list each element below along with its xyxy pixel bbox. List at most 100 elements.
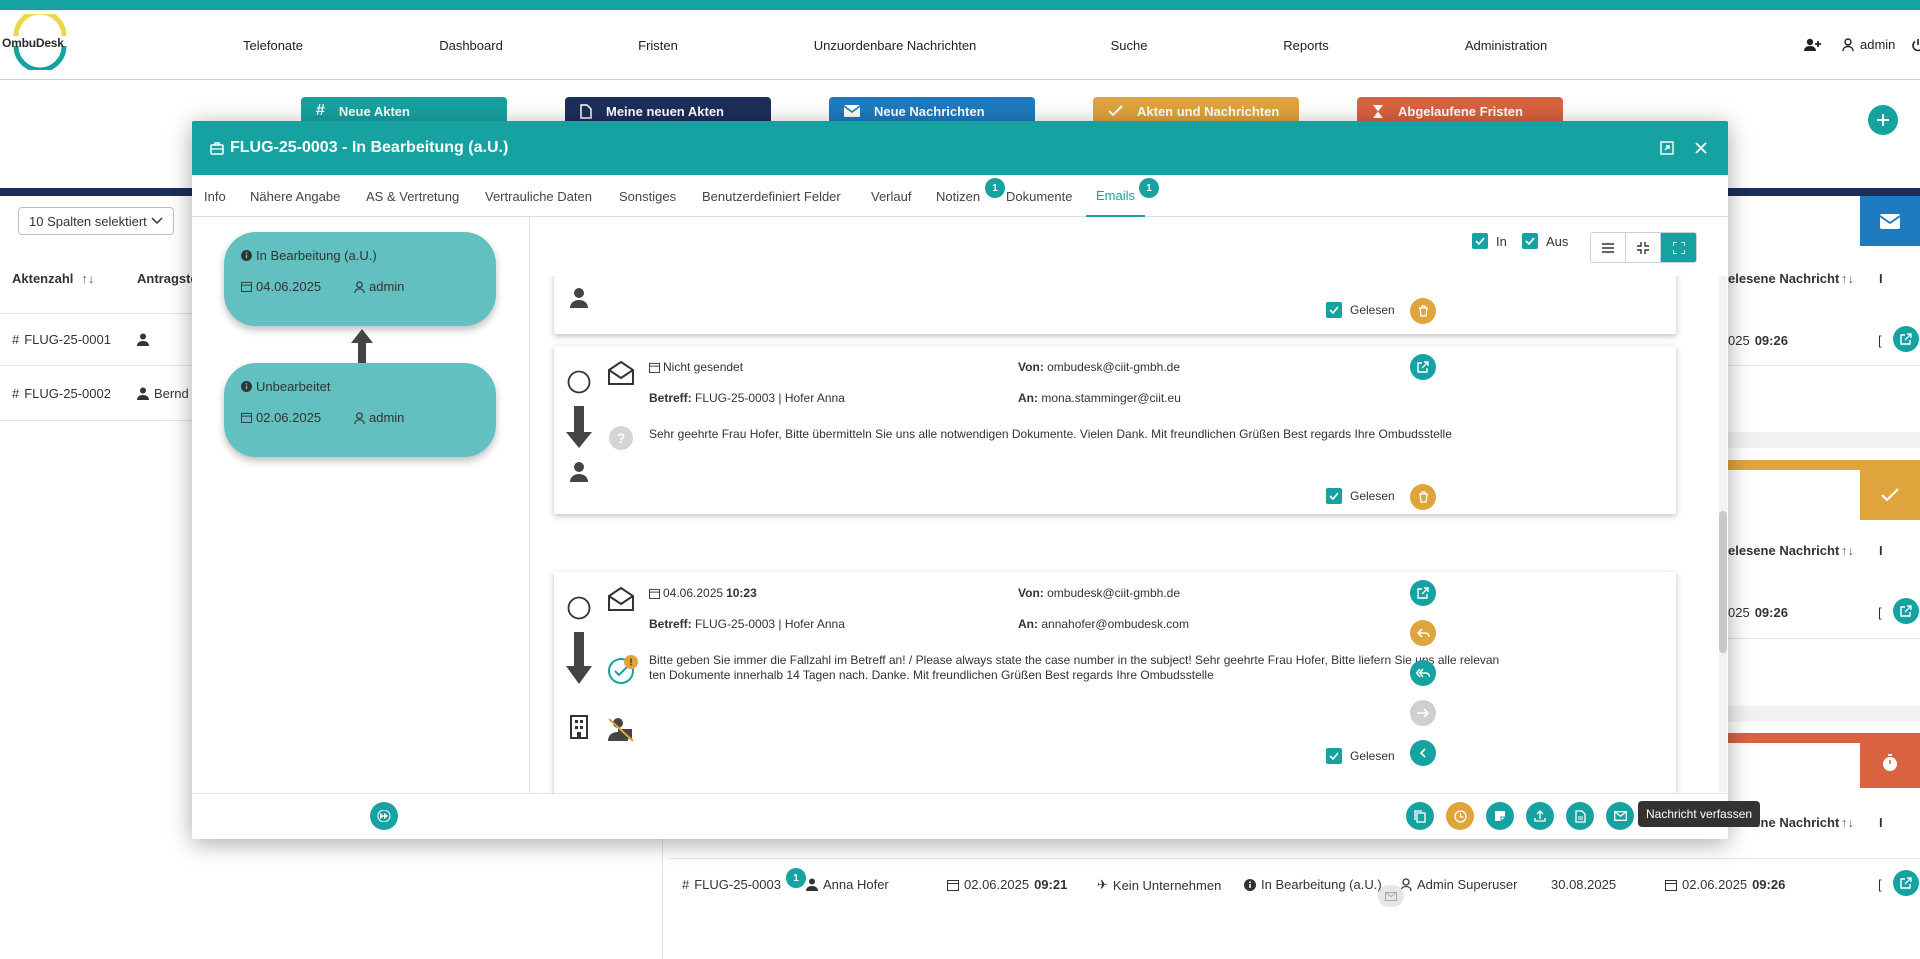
filter-aus[interactable]: Aus xyxy=(1522,233,1568,249)
upload-icon xyxy=(1534,810,1546,822)
delete-button[interactable] xyxy=(1410,484,1436,510)
email-body-line: Bitte geben Sie immer die Fallzahl im Be… xyxy=(649,653,1500,667)
email-subject: Betreff: FLUG-25-0003 | Hofer Anna xyxy=(649,617,845,631)
fast-forward-button[interactable] xyxy=(370,802,398,830)
document-icon xyxy=(1574,809,1586,823)
email-to: An: mona.stamminger@ciit.eu xyxy=(1018,391,1181,405)
column-gelesene-nachricht[interactable]: elesene Nachricht xyxy=(1728,543,1839,558)
nav-suche[interactable]: Suche xyxy=(1111,38,1148,53)
delete-button[interactable] xyxy=(1410,298,1436,324)
tab-info[interactable]: Info xyxy=(204,175,226,217)
reply-button[interactable] xyxy=(1410,620,1436,646)
envelope-open-icon xyxy=(607,586,635,612)
person-icon xyxy=(570,288,588,308)
radio-circle[interactable] xyxy=(567,370,591,394)
read-checkbox[interactable] xyxy=(1326,488,1342,504)
open-email-button[interactable] xyxy=(1410,354,1436,380)
compose-message-button[interactable] xyxy=(1606,802,1634,830)
notification-badge: 1 xyxy=(786,868,806,888)
nav-dashboard[interactable]: Dashboard xyxy=(439,38,503,53)
power-icon[interactable] xyxy=(1911,38,1920,52)
aus-checkbox[interactable] xyxy=(1522,233,1538,249)
list-view-button[interactable] xyxy=(1591,233,1626,262)
collapse-button[interactable] xyxy=(1410,740,1436,766)
nav-reports[interactable]: Reports xyxy=(1283,38,1329,53)
email-list: Gelesen ? Nicht gesendet Betreff: FLUG-2… xyxy=(530,276,1728,794)
open-email-button[interactable] xyxy=(1410,580,1436,606)
tab-benutzerdefiniert[interactable]: Benutzerdefiniert Felder xyxy=(702,175,841,217)
case-modal: FLUG-25-0003 - In Bearbeitung (a.U.) Inf… xyxy=(192,121,1728,839)
expand-icon[interactable] xyxy=(1660,141,1674,155)
external-link-icon xyxy=(1900,877,1912,889)
document-button[interactable] xyxy=(1566,802,1594,830)
in-checkbox[interactable] xyxy=(1472,233,1488,249)
add-user-icon[interactable] xyxy=(1804,38,1822,52)
compact-view-button[interactable] xyxy=(1626,233,1661,262)
forward-button[interactable] xyxy=(1410,700,1436,726)
building-icon xyxy=(570,715,588,739)
scrollbar-thumb[interactable] xyxy=(1719,511,1727,653)
reply-all-icon xyxy=(1416,668,1430,678)
tab-naehere-angabe[interactable]: Nähere Angabe xyxy=(250,175,340,217)
read-checkbox[interactable] xyxy=(1326,302,1342,318)
close-icon[interactable] xyxy=(1694,141,1708,155)
sort-icon[interactable]: ↑↓ xyxy=(1841,543,1854,558)
read-status[interactable]: Gelesen xyxy=(1326,488,1395,504)
table-row[interactable]: # FLUG-25-0003 xyxy=(682,877,781,892)
user-icon xyxy=(354,280,365,293)
column-antragsteller[interactable]: Antragste xyxy=(137,271,198,286)
navbar: OmbuDesk Telefonate Dashboard Fristen Un… xyxy=(0,10,1920,80)
sort-icon[interactable]: ↑↓ xyxy=(81,271,94,286)
copy-button[interactable] xyxy=(1406,802,1434,830)
tab-vertrauliche-daten[interactable]: Vertrauliche Daten xyxy=(485,175,592,217)
upload-button[interactable] xyxy=(1526,802,1554,830)
tab-notizen[interactable]: Notizen xyxy=(936,175,980,217)
open-external-button[interactable] xyxy=(1893,870,1919,896)
tab-as-vertretung[interactable]: AS & Vertretung xyxy=(366,175,459,217)
hash-icon: # xyxy=(682,877,690,892)
tooltip: Nachricht verfassen xyxy=(1638,801,1761,827)
table-header-strip xyxy=(0,188,192,196)
tab-verlauf[interactable]: Verlauf xyxy=(871,175,911,217)
arrow-right-icon xyxy=(1417,708,1429,718)
logo-text: OmbuDesk xyxy=(2,36,64,50)
tab-sonstiges[interactable]: Sonstiges xyxy=(619,175,676,217)
sort-icon[interactable]: ↑↓ xyxy=(1841,271,1854,286)
envelope-icon[interactable] xyxy=(1378,885,1404,907)
briefcase-icon xyxy=(210,141,224,155)
last-message-cell: 02.06.2025 09:26 xyxy=(1665,877,1785,892)
calendar-icon xyxy=(241,281,252,292)
read-checkbox[interactable] xyxy=(1326,748,1342,764)
check-icon xyxy=(1860,470,1920,520)
hash-icon: # xyxy=(12,386,20,401)
note-button[interactable] xyxy=(1486,802,1514,830)
tab-emails[interactable]: Emails xyxy=(1086,175,1146,217)
stopwatch-icon xyxy=(1860,738,1920,788)
column-aktenzahl[interactable]: Aktenzahl ↑↓ xyxy=(12,271,94,286)
expanded-view-button[interactable] xyxy=(1661,233,1696,262)
column-select[interactable]: 10 Spalten selektiert xyxy=(18,207,174,235)
add-button[interactable] xyxy=(1868,105,1898,135)
reply-all-button[interactable] xyxy=(1410,660,1436,686)
nav-administration[interactable]: Administration xyxy=(1465,38,1547,53)
email-card: Gelesen xyxy=(554,276,1676,334)
radio-circle[interactable] xyxy=(567,596,591,620)
table-row[interactable]: # FLUG-25-0002 xyxy=(12,386,111,401)
username[interactable]: admin xyxy=(1860,37,1895,52)
read-status[interactable]: Gelesen xyxy=(1326,302,1395,318)
app-logo[interactable]: OmbuDesk xyxy=(2,14,78,70)
nav-fristen[interactable]: Fristen xyxy=(638,38,678,53)
read-status[interactable]: Gelesen xyxy=(1326,748,1395,764)
envelope-icon xyxy=(1613,811,1627,821)
open-external-button[interactable] xyxy=(1893,326,1919,352)
filter-in[interactable]: In xyxy=(1472,233,1507,249)
column-gelesene-nachricht[interactable]: elesene Nachricht xyxy=(1728,271,1839,286)
nav-unzuordenbare[interactable]: Unzuordenbare Nachrichten xyxy=(814,38,977,53)
nav-telefonate[interactable]: Telefonate xyxy=(243,38,303,53)
sort-icon[interactable]: ↑↓ xyxy=(1841,815,1854,830)
table-row[interactable]: # FLUG-25-0001 xyxy=(12,332,111,347)
deadline-button[interactable] xyxy=(1446,802,1474,830)
date-cell: 02.06.2025 09:21 xyxy=(947,877,1067,892)
tab-dokumente[interactable]: Dokumente xyxy=(1006,175,1072,217)
open-external-button[interactable] xyxy=(1893,598,1919,624)
